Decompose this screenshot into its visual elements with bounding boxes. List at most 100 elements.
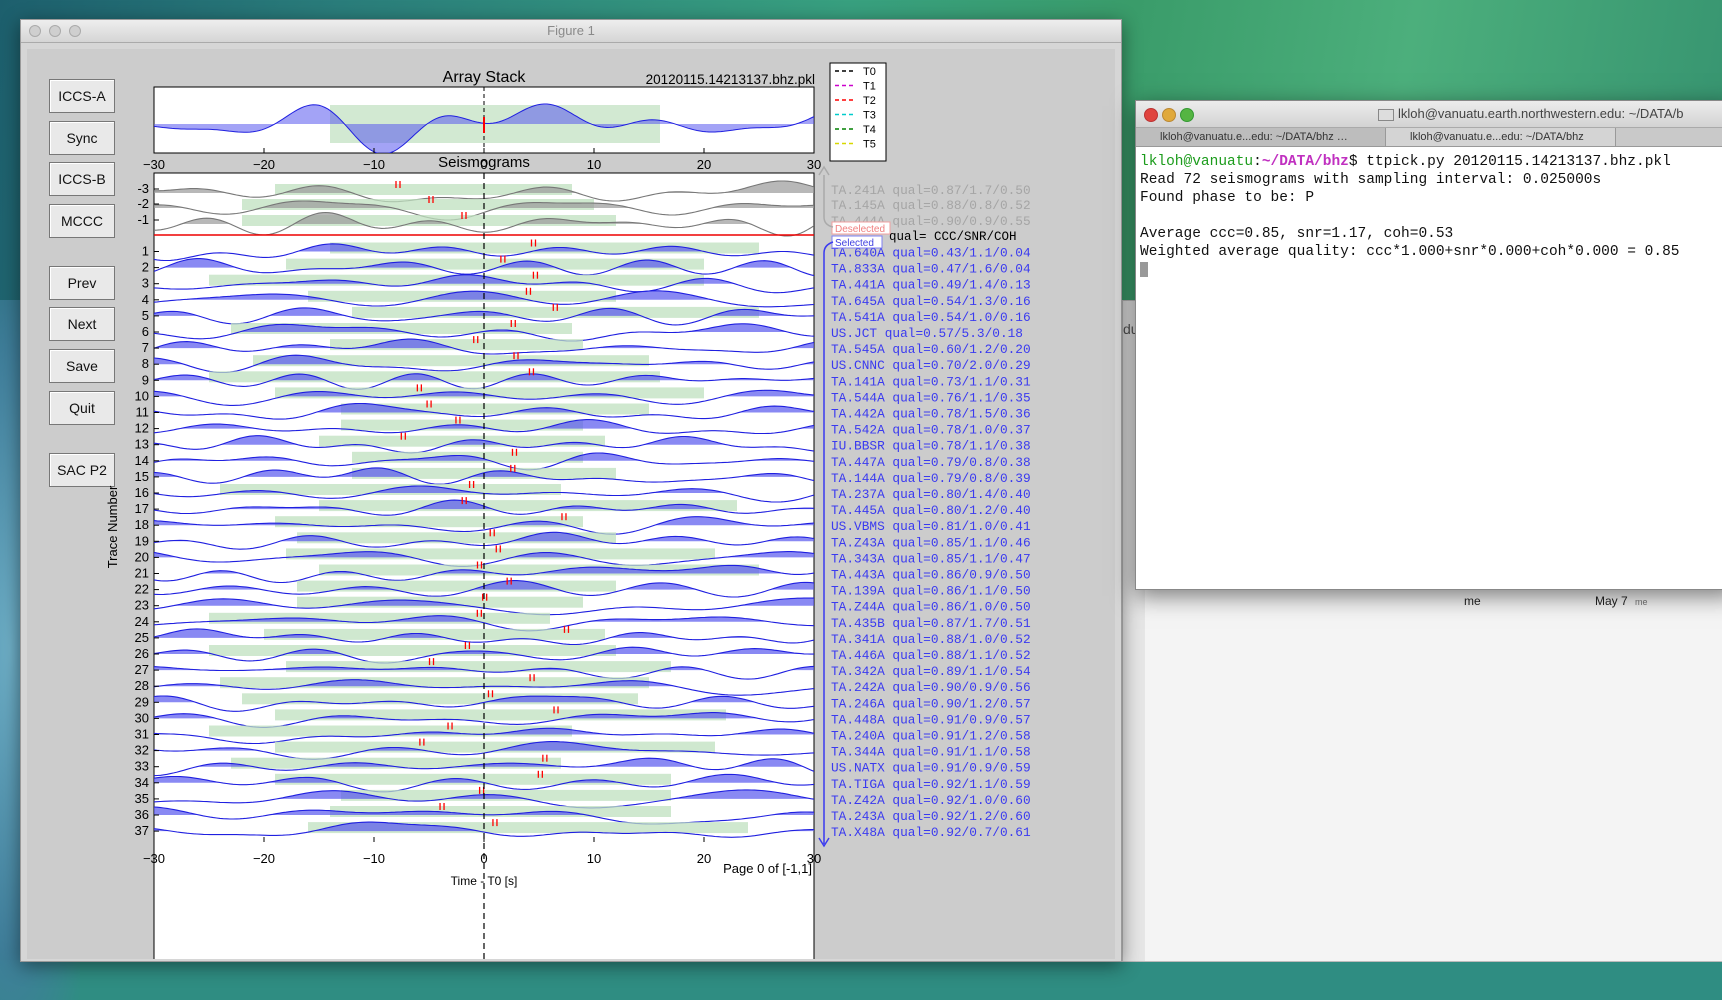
selected-station-label[interactable]: US.CNNC qual=0.70/2.0/0.29 <box>831 358 1031 373</box>
trace-number: 5 <box>142 308 149 323</box>
selected-station-label[interactable]: TA.Z44A qual=0.86/1.0/0.50 <box>831 600 1031 615</box>
prompt-path: ~/DATA/bhz <box>1261 154 1349 170</box>
selected-station-label[interactable]: TA.139A qual=0.86/1.1/0.50 <box>831 584 1031 599</box>
trace-number: 30 <box>135 710 149 725</box>
time-window[interactable] <box>275 709 726 721</box>
selected-station-label[interactable]: TA.341A qual=0.88/1.0/0.52 <box>831 632 1031 647</box>
selected-station-label[interactable]: TA.544A qual=0.76/1.1/0.35 <box>831 390 1031 405</box>
selected-station-label[interactable]: TA.447A qual=0.79/0.8/0.38 <box>831 455 1031 470</box>
legend-label-t0: T0 <box>863 66 876 78</box>
trace-number: 33 <box>135 759 149 774</box>
selected-station-label[interactable]: TA.435B qual=0.87/1.7/0.51 <box>831 616 1031 631</box>
figure-window: Figure 1 ICCS-A Sync ICCS-B MCCC Prev Next Sav… <box>20 19 1122 962</box>
selected-station-label[interactable]: TA.144A qual=0.79/0.8/0.39 <box>831 471 1031 486</box>
selected-station-label[interactable]: US.JCT qual=0.57/5.3/0.18 <box>831 326 1023 341</box>
selected-station-label[interactable]: TA.448A qual=0.91/0.9/0.57 <box>831 712 1031 727</box>
selected-station-label[interactable]: TA.Z43A qual=0.85/1.1/0.46 <box>831 535 1031 550</box>
selected-station-label[interactable]: IU.BBSR qual=0.78/1.1/0.38 <box>831 439 1031 454</box>
trace-number: 31 <box>135 727 149 742</box>
time-window[interactable] <box>209 645 616 656</box>
trace-number: 14 <box>135 453 149 468</box>
trace-number: 6 <box>142 324 149 339</box>
column-me: me <box>1464 594 1481 608</box>
selected-station-label[interactable]: TA.441A qual=0.49/1.4/0.13 <box>831 278 1031 293</box>
minimize-icon[interactable] <box>1162 108 1176 122</box>
output-line: Weighted average quality: ccc*1.000+snr*… <box>1140 244 1680 260</box>
time-window[interactable] <box>286 661 671 673</box>
figure-titlebar: Figure 1 <box>21 20 1121 43</box>
selected-station-label[interactable]: TA.645A qual=0.54/1.3/0.16 <box>831 294 1031 309</box>
selected-station-label[interactable]: TA.246A qual=0.90/1.2/0.57 <box>831 696 1031 711</box>
selected-station-label[interactable]: US.NATX qual=0.91/0.9/0.59 <box>831 761 1031 776</box>
selected-station-label[interactable]: TA.343A qual=0.85/1.1/0.47 <box>831 551 1031 566</box>
selected-station-label[interactable]: TA.542A qual=0.78/1.0/0.37 <box>831 423 1031 438</box>
time-window[interactable] <box>330 242 759 254</box>
selected-station-label[interactable]: TA.TIGA qual=0.92/1.1/0.59 <box>831 777 1031 792</box>
selected-station-label[interactable]: US.VBMS qual=0.81/1.0/0.41 <box>831 519 1031 534</box>
trace-number: 23 <box>135 598 149 613</box>
trace-number: 18 <box>135 517 149 532</box>
time-window[interactable] <box>275 773 671 785</box>
time-window[interactable] <box>220 677 649 689</box>
plot-area: ICCS-A Sync ICCS-B MCCC Prev Next Save Quit SAC … <box>27 49 1115 959</box>
selected-station-label[interactable]: TA.X48A qual=0.92/0.7/0.61 <box>831 825 1031 840</box>
trace-number: -1 <box>137 212 149 227</box>
selected-station-label[interactable]: TA.237A qual=0.80/1.4/0.40 <box>831 487 1031 502</box>
seis-ylabel: Trace Number <box>105 485 120 568</box>
selected-station-label[interactable]: TA.Z42A qual=0.92/1.0/0.60 <box>831 793 1031 808</box>
time-window[interactable] <box>209 371 660 383</box>
selected-station-label[interactable]: TA.243A qual=0.92/1.2/0.60 <box>831 809 1031 824</box>
terminal-tabs: lkloh@vanuatu.e...edu: ~/DATA/bhz … lklo… <box>1136 128 1722 147</box>
zoom-icon[interactable] <box>1180 108 1194 122</box>
legend-label-t5: T5 <box>863 139 876 151</box>
trace-number: 26 <box>135 646 149 661</box>
time-window[interactable] <box>297 580 616 592</box>
selected-station-label[interactable]: TA.442A qual=0.78/1.5/0.36 <box>831 407 1031 422</box>
tab-1[interactable]: lkloh@vanuatu.e...edu: ~/DATA/bhz … <box>1136 128 1386 146</box>
minimize-icon[interactable] <box>49 25 61 37</box>
terminal-cursor <box>1140 261 1148 277</box>
trace-number: 4 <box>142 292 149 307</box>
x-tick-label: 20 <box>697 157 711 172</box>
zoom-icon[interactable] <box>69 25 81 37</box>
terminal-titlebar: lkloh@vanuatu.earth.northwestern.edu: ~/… <box>1136 101 1722 128</box>
time-window[interactable] <box>330 806 671 817</box>
x-tick-label: −30 <box>143 851 165 866</box>
column-small: me <box>1635 597 1648 607</box>
selected-station-label[interactable]: TA.446A qual=0.88/1.1/0.52 <box>831 648 1031 663</box>
trace-number: 19 <box>135 533 149 548</box>
terminal-output[interactable]: lkloh@vanuatu:~/DATA/bhz$ ttpick.py 2012… <box>1136 147 1722 285</box>
selected-station-label[interactable]: TA.344A qual=0.91/1.1/0.58 <box>831 745 1031 760</box>
trace-number: 36 <box>135 807 149 822</box>
trace-number: 29 <box>135 694 149 709</box>
output-line: Found phase to be: P <box>1140 190 1315 206</box>
time-window[interactable] <box>352 306 759 318</box>
time-window[interactable] <box>264 628 605 640</box>
selected-station-label[interactable]: TA.141A qual=0.73/1.1/0.31 <box>831 374 1031 389</box>
trace-number: 15 <box>135 469 149 484</box>
deselected-station-label[interactable]: TA.241A qual=0.87/1.7/0.50 <box>831 183 1031 198</box>
plot-canvas: Array Stack 20120115.14213137.bhz.pkl −3… <box>105 62 1031 959</box>
selected-station-label[interactable]: TA.240A qual=0.91/1.2/0.58 <box>831 729 1031 744</box>
close-icon[interactable] <box>1144 108 1158 122</box>
selected-station-label[interactable]: TA.443A qual=0.86/0.9/0.50 <box>831 568 1031 583</box>
x-tick-label: 30 <box>807 157 821 172</box>
close-icon[interactable] <box>29 25 41 37</box>
selected-station-label[interactable]: TA.342A qual=0.89/1.1/0.54 <box>831 664 1031 679</box>
selected-station-label[interactable]: TA.545A qual=0.60/1.2/0.20 <box>831 342 1031 357</box>
stack-title: Array Stack <box>443 69 527 86</box>
trace-number: 37 <box>135 823 149 838</box>
selected-label: Selected <box>835 238 874 249</box>
selected-station-label[interactable]: TA.242A qual=0.90/0.9/0.56 <box>831 680 1031 695</box>
trace-number: -2 <box>137 196 149 211</box>
deselected-station-label[interactable]: TA.145A qual=0.88/0.8/0.52 <box>831 198 1031 213</box>
qual-header: qual= CCC/SNR/COH <box>889 230 1017 244</box>
selected-station-label[interactable]: TA.445A qual=0.80/1.2/0.40 <box>831 503 1031 518</box>
figure-title: Figure 1 <box>547 23 595 38</box>
trace-number: 13 <box>135 437 149 452</box>
x-tick-label: −10 <box>363 157 385 172</box>
selected-station-label[interactable]: TA.541A qual=0.54/1.0/0.16 <box>831 310 1031 325</box>
selected-station-label[interactable]: TA.833A qual=0.47/1.6/0.04 <box>831 262 1031 277</box>
tab-2[interactable]: lkloh@vanuatu.e...edu: ~/DATA/bhz <box>1386 128 1616 146</box>
trace-number: 17 <box>135 501 149 516</box>
